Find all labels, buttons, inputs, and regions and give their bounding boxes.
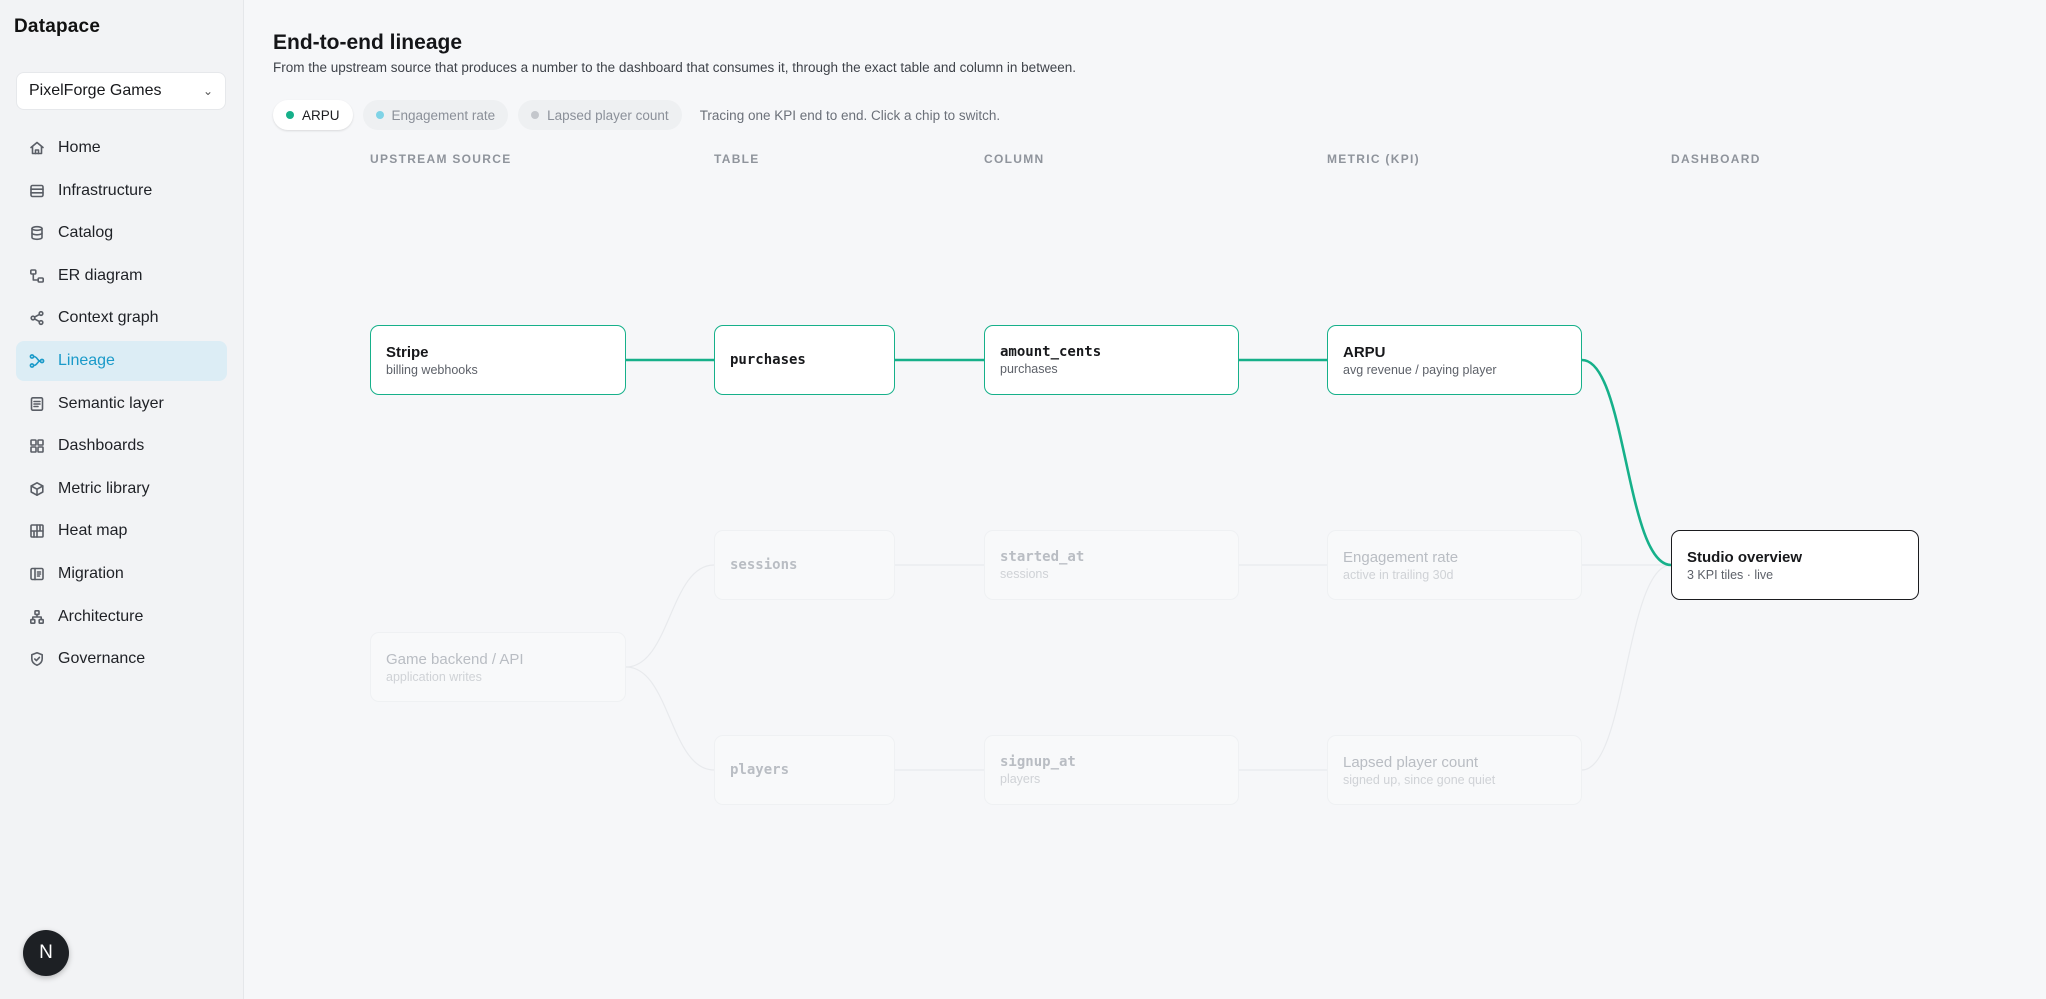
sidebar-item-label: Metric library (58, 479, 150, 497)
node-subtitle: purchases (1000, 362, 1058, 376)
sidebar-item-migration[interactable]: Migration (16, 554, 227, 594)
sidebar-item-semantic-layer[interactable]: Semantic layer (16, 384, 227, 424)
shield-icon (28, 650, 46, 668)
workspace-name: PixelForge Games (29, 82, 162, 99)
node-purchases[interactable]: purchases (714, 325, 895, 395)
sidebar-nav: Home Infrastructure Catalog ER diagram C… (16, 128, 227, 682)
node-subtitle: avg revenue / paying player (1343, 362, 1497, 377)
sidebar-item-label: Semantic layer (58, 394, 164, 412)
node-subtitle: billing webhooks (386, 362, 478, 377)
architecture-icon (28, 608, 46, 626)
node-title: signup_at (1000, 754, 1076, 770)
node-signup-at[interactable]: signup_at players (984, 735, 1239, 805)
node-subtitle: players (1000, 772, 1041, 786)
node-title: Studio overview (1687, 548, 1803, 566)
node-started-at[interactable]: started_at sessions (984, 530, 1239, 600)
document-icon (28, 395, 46, 413)
sidebar-item-context-graph[interactable]: Context graph (16, 298, 227, 338)
node-game-backend[interactable]: Game backend / API application writes (370, 632, 626, 702)
sidebar-item-label: Dashboards (58, 437, 145, 455)
node-sessions[interactable]: sessions (714, 530, 895, 600)
node-engagement-rate[interactable]: Engagement rate active in trailing 30d (1327, 530, 1582, 600)
cube-icon (28, 480, 46, 498)
heatmap-icon (28, 522, 46, 540)
sidebar-item-label: Home (58, 139, 101, 156)
migration-icon (28, 565, 46, 583)
edge-backend-sessions (625, 564, 715, 668)
server-icon (28, 182, 46, 200)
er-diagram-icon (28, 267, 46, 285)
sidebar-item-architecture[interactable]: Architecture (16, 597, 227, 637)
sidebar-item-er-diagram[interactable]: ER diagram (16, 256, 227, 296)
node-stripe[interactable]: Stripe billing webhooks (370, 325, 626, 395)
sidebar-item-label: Infrastructure (58, 181, 153, 199)
lineage-graph: Stripe billing webhooks Game backend / A… (244, 0, 2046, 999)
node-amount-cents[interactable]: amount_cents purchases (984, 325, 1239, 395)
node-title: players (730, 762, 790, 778)
node-title: ARPU (1343, 343, 1386, 361)
node-arpu[interactable]: ARPU avg revenue / paying player (1327, 325, 1582, 395)
sidebar-item-infrastructure[interactable]: Infrastructure (16, 171, 227, 211)
user-avatar[interactable]: N (23, 930, 69, 976)
sidebar-item-catalog[interactable]: Catalog (16, 213, 227, 253)
sidebar-item-label: Governance (58, 650, 146, 668)
edge-arpu-studio (1581, 358, 1672, 567)
node-studio-overview[interactable]: Studio overview 3 KPI tiles · live (1671, 530, 1919, 600)
sidebar: Datapace PixelForge Games ⌄ Home Infrast… (0, 0, 244, 999)
node-title: purchases (730, 352, 806, 368)
chevron-down-icon: ⌄ (202, 84, 213, 98)
home-icon (28, 139, 46, 157)
app-logo-text: Datapace (14, 16, 101, 37)
node-title: Engagement rate (1343, 548, 1459, 566)
edge-backend-players (625, 666, 715, 771)
node-title: Stripe (386, 343, 429, 361)
node-subtitle: active in trailing 30d (1343, 567, 1454, 582)
node-subtitle: 3 KPI tiles · live (1687, 567, 1774, 582)
sidebar-item-lineage[interactable]: Lineage (16, 340, 227, 381)
sidebar-item-label: Catalog (58, 224, 114, 242)
sidebar-item-dashboards[interactable]: Dashboards (16, 426, 227, 466)
node-subtitle: signed up, since gone quiet (1343, 772, 1496, 787)
sidebar-item-heat-map[interactable]: Heat map (16, 511, 227, 551)
sidebar-item-home[interactable]: Home (16, 128, 227, 168)
share-graph-icon (28, 309, 46, 327)
node-title: started_at (1000, 549, 1085, 565)
sidebar-item-label: Context graph (58, 309, 159, 327)
sidebar-item-label: Lineage (58, 351, 115, 369)
node-title: amount_cents (1000, 344, 1102, 360)
node-title: Lapsed player count (1343, 753, 1479, 771)
sidebar-item-label: Migration (58, 564, 124, 582)
database-icon (28, 224, 46, 242)
node-subtitle: application writes (386, 669, 482, 684)
node-title: sessions (730, 557, 798, 573)
workspace-selector[interactable]: PixelForge Games ⌄ (16, 72, 226, 110)
grid-icon (28, 437, 46, 455)
node-subtitle: sessions (1000, 567, 1049, 581)
sidebar-item-label: Heat map (58, 522, 128, 540)
edge-lapsed-studio (1581, 564, 1672, 771)
sidebar-item-label: Architecture (58, 607, 144, 625)
sidebar-item-governance[interactable]: Governance (16, 639, 227, 679)
sidebar-item-label: ER diagram (58, 266, 143, 284)
sidebar-item-metric-library[interactable]: Metric library (16, 469, 227, 509)
node-title: Game backend / API (386, 650, 524, 668)
node-lapsed-player-count[interactable]: Lapsed player count signed up, since gon… (1327, 735, 1582, 805)
main-content: End-to-end lineage From the upstream sou… (244, 0, 2046, 999)
lineage-edges (625, 358, 1672, 771)
lineage-icon (28, 352, 46, 370)
node-players[interactable]: players (714, 735, 895, 805)
